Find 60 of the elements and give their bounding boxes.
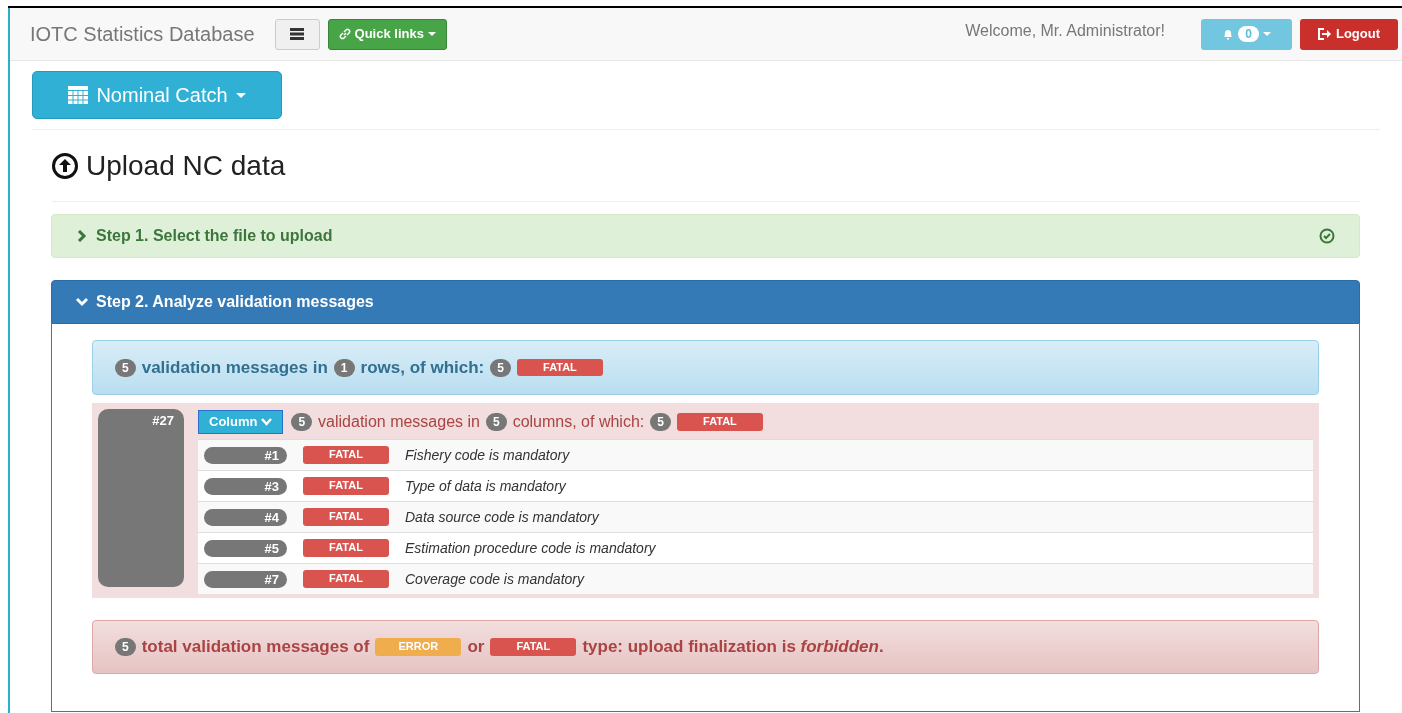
- fatal-label: FATAL: [676, 413, 763, 431]
- column-badge: #4: [204, 508, 287, 526]
- fatal-label: FATAL: [490, 638, 577, 656]
- column-badge: #1: [204, 446, 287, 464]
- count-badge: 5: [291, 413, 313, 431]
- column-dropdown-button[interactable]: Column: [198, 410, 284, 434]
- fatal-label: FATAL: [303, 508, 389, 526]
- fatal-label: FATAL: [516, 358, 603, 377]
- count-badge: 5: [115, 358, 136, 377]
- summary-text: rows, of which:: [360, 356, 485, 379]
- calendar-icon: [68, 86, 89, 104]
- message-text: Estimation procedure code is mandatory: [405, 538, 656, 558]
- caret-icon: [1262, 32, 1271, 36]
- fatal-label: FATAL: [303, 446, 389, 464]
- brand-title[interactable]: IOTC Statistics Database: [30, 19, 255, 49]
- caret-icon: [235, 92, 246, 98]
- sign-out-icon: [1317, 28, 1332, 40]
- chevron-down-icon: [76, 296, 88, 308]
- step-title: Step 2. Analyze validation messages: [96, 292, 374, 312]
- message-text: Type of data is mandatory: [405, 476, 566, 496]
- message-text: Coverage code is mandatory: [405, 569, 584, 589]
- fatal-label: FATAL: [303, 539, 389, 557]
- column-badge: #5: [204, 539, 287, 557]
- summary-text: validation messages in: [318, 412, 480, 432]
- error-label: ERROR: [375, 638, 462, 656]
- welcome-text: Welcome, Mr. Administrator!: [965, 21, 1165, 41]
- summary-text: total validation messages of: [141, 636, 370, 659]
- step-header[interactable]: Step 2. Analyze validation messages: [51, 280, 1360, 324]
- quick-links-button[interactable]: Quick links: [327, 18, 447, 50]
- row-badge: #27: [98, 409, 184, 587]
- chevron-right-icon: [76, 230, 88, 242]
- count-badge: 1: [333, 358, 355, 377]
- step-header[interactable]: Step 1. Select the file to upload: [51, 214, 1360, 258]
- check-circle-icon: [1319, 228, 1335, 244]
- upload-circle-icon: [52, 152, 78, 179]
- message-text: Data source code is mandatory: [405, 507, 599, 527]
- logout-button[interactable]: Logout: [1300, 18, 1398, 50]
- caret-icon: [427, 32, 436, 36]
- summary-text: validation messages in: [141, 356, 328, 379]
- summary-text: columns, of which:: [512, 412, 645, 432]
- count-badge: 5: [485, 413, 507, 431]
- column-badge: #3: [204, 477, 287, 495]
- notification-count: 0: [1238, 26, 1259, 42]
- count-badge: 5: [115, 638, 136, 656]
- summary-text: or: [467, 636, 485, 659]
- message-text: Fishery code is mandatory: [405, 445, 570, 465]
- nominal-catch-button[interactable]: Nominal Catch: [32, 71, 282, 119]
- list-icon: [290, 28, 305, 40]
- bell-icon: [1222, 28, 1235, 40]
- menu-toggle-button[interactable]: [274, 18, 320, 50]
- fatal-label: FATAL: [303, 570, 389, 588]
- link-icon: [338, 28, 351, 40]
- count-badge: 5: [650, 413, 671, 431]
- chevron-down-icon: [261, 418, 273, 426]
- summary-text: type: upload finalization is forbidden.: [582, 636, 884, 659]
- fatal-label: FATAL: [303, 477, 389, 495]
- column-badge: #7: [204, 570, 287, 588]
- page-title: Upload NC data: [86, 148, 286, 183]
- step-title: Step 1. Select the file to upload: [96, 226, 333, 246]
- count-badge: 5: [490, 358, 511, 377]
